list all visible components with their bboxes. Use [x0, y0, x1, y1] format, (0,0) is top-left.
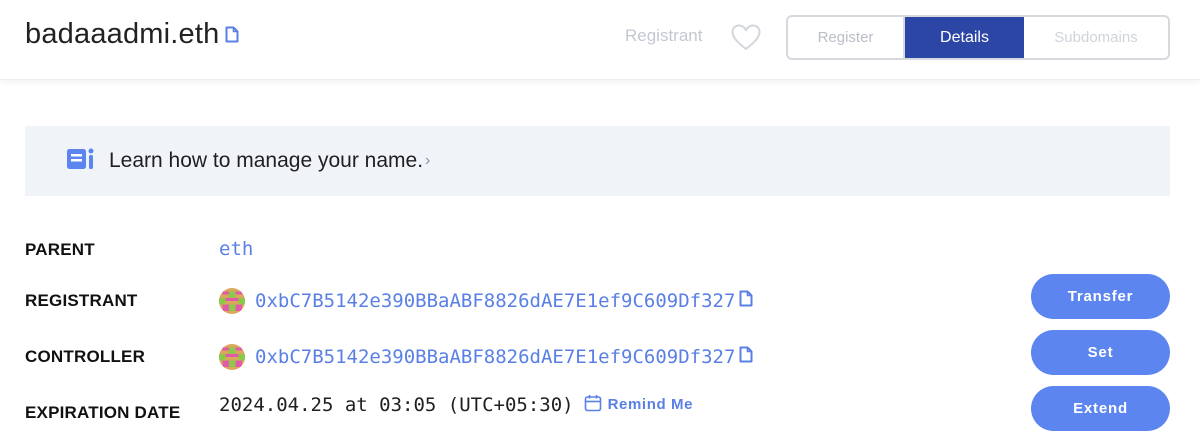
top-header: badaaadmi.eth Registrant Register Detail… [0, 0, 1200, 80]
transfer-button[interactable]: Transfer [1031, 274, 1170, 319]
banner-text: Learn how to manage your name. [109, 149, 424, 172]
controller-address-row: 0xbC7B5142e390BBaABF8826dAE7E1ef9C609Df3… [219, 344, 753, 370]
chevron-right-icon: › [425, 152, 431, 169]
controller-label: CONTROLLER [25, 347, 146, 366]
domain-name: badaaadmi.eth [25, 18, 220, 50]
registrant-label: REGISTRANT [25, 291, 138, 310]
copy-icon[interactable] [225, 26, 239, 48]
parent-label: PARENT [25, 240, 95, 259]
registrant-address-row: 0xbC7B5142e390BBaABF8826dAE7E1ef9C609Df3… [219, 288, 753, 314]
heart-icon[interactable] [731, 24, 761, 56]
name-tabs: Register Details Subdomains [786, 15, 1170, 60]
book-icon [67, 148, 95, 175]
registrant-link[interactable]: Registrant [625, 26, 702, 46]
extend-button[interactable]: Extend [1031, 386, 1170, 431]
calendar-icon[interactable] [584, 394, 602, 417]
remind-me-link[interactable]: Remind Me [608, 396, 693, 413]
tab-subdomains[interactable]: Subdomains [1024, 17, 1168, 58]
set-button[interactable]: Set [1031, 330, 1170, 375]
expiration-row: 2024.04.25 at 03:05 (UTC+05:30) Remind M… [219, 392, 693, 417]
avatar [219, 344, 245, 370]
copy-icon[interactable] [739, 346, 753, 368]
expiration-label: EXPIRATION DATE [25, 403, 181, 422]
registrant-address[interactable]: 0xbC7B5142e390BBaABF8826dAE7E1ef9C609Df3… [255, 290, 735, 312]
tab-register[interactable]: Register [788, 17, 905, 58]
controller-address[interactable]: 0xbC7B5142e390BBaABF8826dAE7E1ef9C609Df3… [255, 346, 735, 368]
expiration-value: 2024.04.25 at 03:05 (UTC+05:30) [219, 393, 574, 416]
parent-value[interactable]: eth [219, 238, 253, 260]
avatar [219, 288, 245, 314]
tab-details[interactable]: Details [905, 17, 1024, 58]
copy-icon[interactable] [739, 290, 753, 312]
learn-banner[interactable]: Learn how to manage your name. › [25, 126, 1170, 196]
domain-title: badaaadmi.eth [25, 18, 239, 51]
